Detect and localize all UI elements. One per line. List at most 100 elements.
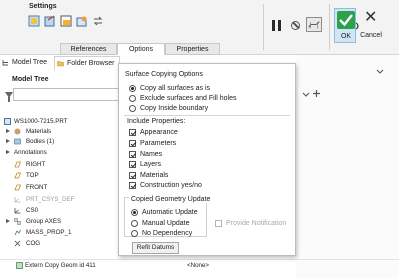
tree-item-right[interactable]: RIGHT — [14, 160, 45, 169]
cancel-button[interactable]: ✕ Cancel — [360, 8, 382, 43]
bodies-icon — [14, 138, 21, 145]
checkbox-parameters-label: Parameters — [140, 140, 177, 147]
tree-item-mass-prop[interactable]: MASS_PROP_1 — [14, 228, 71, 237]
radio-manual-update[interactable] — [131, 220, 138, 227]
checkbox-construction[interactable] — [129, 182, 136, 189]
tree-item-label: MASS_PROP_1 — [26, 229, 72, 236]
radio-copy-inside-label: Copy Inside boundary — [140, 105, 209, 112]
expand-icon[interactable] — [6, 129, 10, 133]
exclude-icon[interactable] — [44, 15, 56, 27]
column-dropdown-icon[interactable] — [302, 90, 310, 98]
ribbon-separator — [329, 4, 330, 50]
csys-icon — [14, 197, 21, 203]
tree-root[interactable]: WS1000-7215.PRT — [4, 117, 68, 126]
tree-item-top[interactable]: TOP — [14, 171, 39, 180]
tab-folder-browser-label: Folder Browser — [67, 60, 115, 67]
refit-datums-button[interactable]: Refit Datums — [132, 242, 179, 254]
copy-geom-icon — [16, 262, 23, 269]
radio-manual-update-label: Manual Update — [142, 220, 190, 227]
tab-model-tree-label: Model Tree — [12, 59, 48, 66]
divider — [124, 115, 290, 116]
folder-icon — [57, 61, 64, 67]
checkmark-icon — [337, 11, 355, 29]
settings-title: Settings — [29, 3, 57, 10]
checkbox-appearance[interactable] — [129, 129, 136, 136]
preview-icon[interactable] — [306, 17, 322, 32]
expand-icon[interactable] — [6, 139, 10, 143]
surface-copying-title: Surface Copying Options — [125, 71, 203, 78]
tree-item-label: Annotations — [14, 149, 47, 156]
flip-icon[interactable] — [92, 15, 104, 27]
tree-item-label: Materials — [26, 128, 52, 135]
tab-folder-browser[interactable]: Folder Browser — [54, 56, 120, 70]
tree-item-materials[interactable]: Materials — [6, 127, 51, 136]
fill-icon[interactable] — [60, 15, 72, 27]
radio-no-dependency[interactable] — [131, 230, 138, 237]
checkbox-materials-label: Materials — [140, 172, 169, 179]
tab-references[interactable]: References — [60, 43, 117, 55]
ribbon: Settings OK ✕ Cancel References Options … — [0, 0, 399, 55]
radio-copy-all[interactable] — [129, 85, 136, 92]
ok-label: OK — [340, 33, 352, 40]
add-column-icon[interactable] — [312, 89, 321, 98]
no-preview-icon[interactable] — [291, 21, 300, 30]
tree-item-cog[interactable]: COG — [14, 239, 40, 248]
part-icon — [4, 118, 11, 125]
filter-icon[interactable] — [5, 92, 13, 102]
radio-exclude-fill[interactable] — [129, 95, 136, 102]
model-tree-icon — [2, 60, 8, 66]
model-tree-title: Model Tree — [12, 76, 49, 83]
tree-row-extern-copy[interactable]: Extern Copy Geom id 411 <None> — [0, 259, 399, 271]
tab-properties[interactable]: Properties — [165, 43, 220, 55]
tree-item-label: RIGHT — [26, 161, 46, 168]
datum-plane-icon — [14, 172, 21, 179]
settings-dropdown-icon[interactable] — [376, 69, 384, 74]
radio-copy-all-label: Copy all surfaces as is — [140, 85, 211, 92]
analysis-icon — [14, 229, 21, 236]
tree-item-annotations[interactable]: Annotations — [6, 148, 47, 157]
expand-icon[interactable] — [6, 150, 10, 154]
radio-automatic-update[interactable] — [131, 209, 138, 216]
tree-item-label: CS0 — [26, 207, 39, 214]
surface-copy-icon[interactable] — [28, 15, 40, 27]
tree-item-bodies[interactable]: Bodies (1) — [6, 137, 54, 146]
feature-value: <None> — [187, 262, 210, 269]
checkbox-provide-notification-label: Provide Notification — [226, 220, 287, 227]
checkbox-names-label: Names — [140, 151, 163, 158]
tree-item-label: WS1000-7215.PRT — [14, 118, 68, 125]
checkbox-construction-label: Construction yes/no — [140, 182, 202, 189]
checkbox-names[interactable] — [129, 151, 136, 158]
options-panel: Surface Copying Options Copy all surface… — [118, 63, 296, 256]
expand-icon[interactable] — [6, 219, 10, 223]
tree-item-group-axes[interactable]: Group AXES — [6, 217, 61, 226]
radio-copy-inside[interactable] — [129, 105, 136, 112]
ok-button[interactable]: OK — [334, 8, 356, 43]
radio-automatic-update-label: Automatic Update — [142, 209, 198, 216]
tree-item-label: Group AXES — [26, 218, 62, 225]
tree-item-label: TOP — [26, 172, 39, 179]
tree-item-prt-csys-def[interactable]: PRT_CSYS_DEF — [14, 195, 74, 204]
tree-item-cs0[interactable]: CS0 — [14, 206, 38, 215]
datum-plane-icon — [14, 161, 21, 168]
pause-icon[interactable] — [272, 20, 281, 31]
cancel-label: Cancel — [360, 32, 382, 39]
checkbox-appearance-label: Appearance — [140, 129, 178, 136]
tree-item-label: FRONT — [26, 184, 48, 191]
tree-item-front[interactable]: FRONT — [14, 183, 47, 192]
tree-item-label: COG — [26, 240, 41, 247]
ribbon-separator — [263, 4, 264, 50]
tab-options[interactable]: Options — [117, 43, 165, 55]
csys-icon — [14, 208, 21, 214]
seed-icon[interactable] — [76, 15, 88, 27]
include-properties-title: Include Properties: — [127, 118, 186, 125]
checkbox-parameters[interactable] — [129, 140, 136, 147]
datum-plane-icon — [14, 184, 21, 191]
checkbox-layers[interactable] — [129, 161, 136, 168]
radio-exclude-fill-label: Exclude surfaces and Fill holes — [140, 95, 237, 102]
tab-model-tree[interactable]: Model Tree — [0, 56, 52, 70]
tree-search-input[interactable] — [13, 88, 120, 101]
checkbox-provide-notification[interactable] — [215, 220, 222, 227]
feature-name: Extern Copy Geom id 411 — [25, 262, 96, 269]
navigator-tabs: Model Tree Folder Browser — [0, 56, 120, 70]
checkbox-materials[interactable] — [129, 172, 136, 179]
